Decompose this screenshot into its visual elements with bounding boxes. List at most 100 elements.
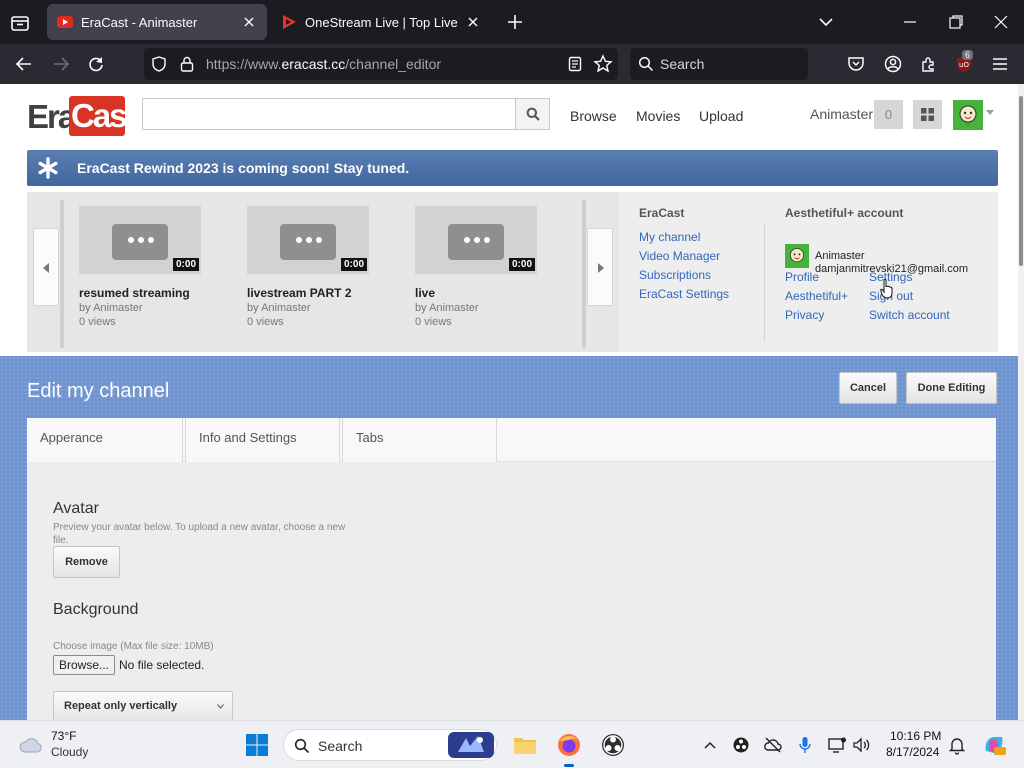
editor-tab-row: Apperance Info and Settings Tabs	[27, 418, 996, 462]
clock-date[interactable]: 8/17/2024	[886, 745, 939, 759]
reload-icon[interactable]	[86, 54, 106, 74]
site-search-input[interactable]	[142, 98, 516, 130]
nav-browse[interactable]: Browse	[570, 108, 617, 124]
search-icon	[526, 107, 540, 121]
lock-icon[interactable]	[178, 55, 196, 73]
web-page: Era Cast Browse Movies Upload Animaster …	[0, 84, 1024, 720]
tab-info-and-settings[interactable]: Info and Settings	[185, 418, 340, 462]
browse-file-button[interactable]: Browse...	[53, 655, 115, 675]
clock-time[interactable]: 10:16 PM	[890, 729, 941, 743]
close-tab-icon[interactable]	[465, 14, 481, 30]
volume-icon[interactable]	[851, 735, 871, 755]
nav-movies[interactable]: Movies	[636, 108, 680, 124]
tab-overflow-chevron-icon[interactable]	[816, 12, 836, 32]
weather-condition[interactable]: Cloudy	[51, 745, 88, 759]
page-scrollbar[interactable]	[1018, 84, 1024, 720]
video-title[interactable]: livestream PART 2	[247, 286, 352, 300]
cloud-offline-icon[interactable]	[763, 735, 783, 755]
obs-tray-icon[interactable]	[731, 735, 751, 755]
video-title[interactable]: live	[415, 286, 435, 300]
copilot-icon[interactable]	[980, 731, 1008, 759]
menu-link-my-channel[interactable]: My channel	[639, 230, 700, 244]
site-search-button[interactable]	[515, 98, 550, 130]
menu-link-video-manager[interactable]: Video Manager	[639, 249, 720, 263]
guide-toggle-button[interactable]	[913, 100, 942, 129]
bookmark-star-icon[interactable]	[593, 54, 613, 74]
account-avatar[interactable]	[785, 244, 809, 268]
url-bar[interactable]: https://www.eracast.cc/channel_editor	[144, 48, 618, 80]
obs-studio-icon[interactable]	[599, 731, 627, 759]
nav-upload[interactable]: Upload	[699, 108, 743, 124]
cancel-button[interactable]: Cancel	[839, 372, 897, 404]
windows-start-icon[interactable]	[243, 731, 271, 759]
user-menu-caret-icon[interactable]	[986, 110, 994, 115]
logo-era-text: Era	[27, 98, 76, 135]
tab-content: Avatar Preview your avatar below. To upl…	[27, 462, 996, 720]
video-thumbnail[interactable]: 0:00	[247, 206, 369, 274]
video-thumbnail[interactable]: 0:00	[79, 206, 201, 274]
edit-channel-section: Edit my channel Cancel Done Editing Appe…	[0, 356, 1024, 720]
tab-apperance[interactable]: Apperance	[27, 418, 183, 462]
account-link-privacy[interactable]: Privacy	[785, 308, 824, 322]
firefox-icon[interactable]	[555, 731, 583, 759]
back-arrow-icon[interactable]	[14, 54, 34, 74]
tab-tabs[interactable]: Tabs	[342, 418, 497, 462]
editor-title: Edit my channel	[27, 380, 170, 402]
onestream-favicon-icon	[283, 15, 296, 29]
avatar-heading: Avatar	[53, 500, 99, 517]
restore-icon[interactable]	[946, 12, 966, 32]
reader-view-icon[interactable]	[566, 55, 584, 73]
video-duration: 0:00	[340, 258, 367, 271]
shield-icon[interactable]	[150, 55, 168, 73]
slider-edge	[582, 200, 586, 348]
eracast-menu-heading: EraCast	[639, 206, 685, 220]
avatar-face-icon	[789, 248, 805, 263]
video-thumbnail[interactable]: 0:00	[415, 206, 537, 274]
display-icon[interactable]	[827, 735, 847, 755]
menu-link-eracast-settings[interactable]: EraCast Settings	[639, 287, 729, 301]
no-file-selected-text: No file selected.	[119, 658, 205, 672]
cloudy-weather-icon[interactable]	[18, 735, 44, 755]
username-link[interactable]: Animaster	[810, 106, 873, 122]
windows-search-box[interactable]: Search	[283, 729, 497, 761]
extensions-icon[interactable]	[919, 54, 939, 74]
arrow-right-icon	[598, 263, 604, 273]
url-text[interactable]: https://www.eracast.cc/channel_editor	[206, 56, 441, 72]
weather-temperature[interactable]: 73°F	[51, 729, 76, 743]
done-editing-button[interactable]: Done Editing	[906, 372, 997, 404]
account-icon[interactable]	[883, 54, 903, 74]
video-title[interactable]: resumed streaming	[79, 286, 190, 300]
scrollbar-thumb[interactable]	[1019, 96, 1023, 266]
pocket-icon[interactable]	[846, 54, 866, 74]
notifications-count[interactable]: 0	[874, 100, 903, 129]
user-avatar[interactable]	[953, 100, 983, 130]
close-window-icon[interactable]	[991, 12, 1011, 32]
microphone-icon[interactable]	[795, 735, 815, 755]
close-tab-icon[interactable]	[241, 14, 257, 30]
forward-arrow-icon[interactable]	[51, 54, 71, 74]
slider-next-button[interactable]	[587, 228, 613, 306]
youtube-favicon-icon	[57, 16, 73, 28]
notification-bell-icon[interactable]	[947, 735, 967, 755]
placeholder-play-icon	[112, 224, 168, 260]
menu-link-subscriptions[interactable]: Subscriptions	[639, 268, 711, 282]
file-explorer-icon[interactable]	[511, 731, 539, 759]
remove-avatar-button[interactable]: Remove	[53, 546, 120, 578]
tab-eracast[interactable]: EraCast - Animaster	[47, 4, 267, 40]
tab-list-icon[interactable]	[8, 11, 32, 35]
video-author: by Animaster	[79, 302, 143, 314]
account-link-aesthetiful[interactable]: Aesthetiful+	[785, 289, 848, 303]
new-tab-icon[interactable]	[505, 12, 525, 32]
tray-overflow-chevron-icon[interactable]	[700, 735, 720, 755]
slider-prev-button[interactable]	[33, 228, 59, 306]
browser-search-bar[interactable]: Search	[630, 48, 808, 80]
minimize-icon[interactable]	[900, 12, 920, 32]
eracast-logo[interactable]: Era Cast	[27, 96, 137, 136]
account-name: Animaster	[815, 250, 865, 262]
account-link-profile[interactable]: Profile	[785, 270, 819, 284]
tab-onestream[interactable]: OneStream Live | Top Live Strea	[271, 4, 491, 40]
search-placeholder: Search	[660, 56, 705, 72]
background-repeat-select[interactable]: Repeat only vertically	[53, 691, 233, 720]
account-link-switch-account[interactable]: Switch account	[869, 308, 950, 322]
hamburger-menu-icon[interactable]	[990, 54, 1010, 74]
